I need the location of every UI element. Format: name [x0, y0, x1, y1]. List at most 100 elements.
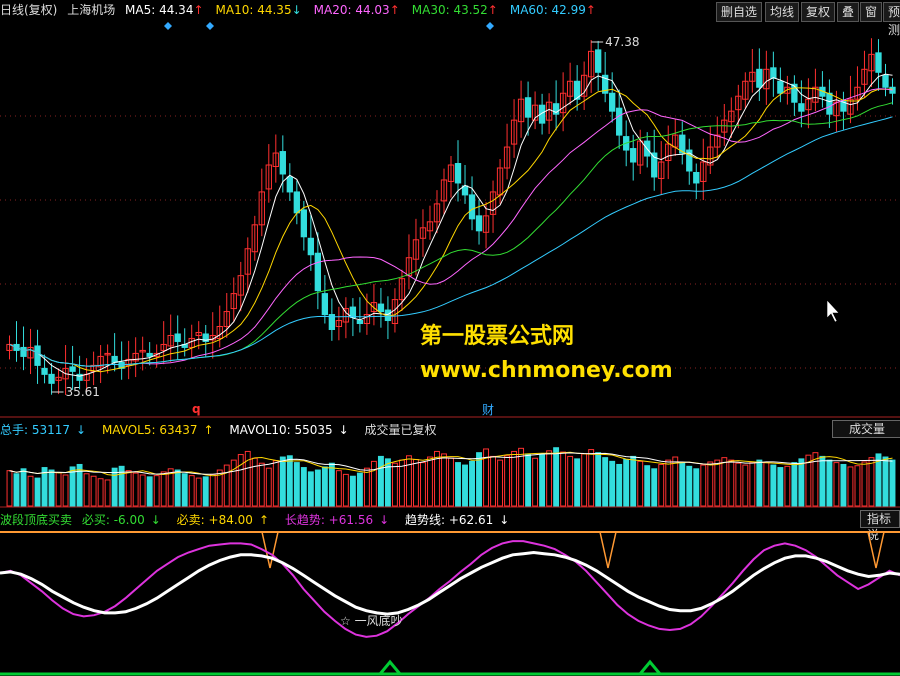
indicator-pane: [0, 528, 900, 676]
buy-arrow: ↓: [150, 513, 161, 527]
candle-body: [279, 151, 286, 175]
volume-bar: [721, 457, 728, 507]
candle-body: [377, 303, 385, 313]
volume-bar: [363, 467, 370, 507]
volume-bar: [798, 458, 805, 507]
volume-total-arrow: ↓: [76, 423, 87, 437]
volume-bar: [630, 455, 637, 507]
volume-bar: [735, 462, 742, 507]
volume-bar: [314, 469, 321, 507]
marker-q: q: [192, 402, 201, 416]
volume-bar: [420, 462, 426, 507]
sell-signal-spike: [867, 531, 885, 569]
volume-bar: [104, 479, 111, 507]
volume-bar: [139, 474, 146, 507]
volume-bar: [777, 467, 784, 507]
volume-bar: [174, 469, 181, 507]
toolbar-button[interactable]: 叠: [837, 2, 860, 22]
candle-body: [111, 355, 118, 363]
volume-bar: [377, 455, 384, 507]
volume-bar: [637, 460, 644, 507]
volume-button[interactable]: 成交量: [832, 420, 900, 438]
volume-bar: [188, 475, 195, 507]
long-trend-value: 长趋势: +61.56 ↓: [285, 513, 395, 527]
volume-bar: [560, 451, 567, 507]
toolbar-button[interactable]: 均线: [765, 2, 800, 22]
volume-bar: [349, 475, 356, 507]
toolbar-button[interactable]: 窗: [860, 2, 883, 22]
volume-bar: [546, 450, 553, 507]
volume-bar: [819, 455, 826, 507]
volume-bar: [356, 472, 363, 507]
volume-bar: [511, 450, 518, 507]
volume-bar: [784, 465, 791, 507]
toolbar-button[interactable]: 删自选: [716, 2, 763, 22]
candle-body: [356, 320, 364, 325]
volume-bar: [258, 462, 265, 507]
volume-bar: [111, 467, 118, 507]
volume-bar: [132, 472, 139, 507]
ma-legend-arrow: ↑: [585, 3, 596, 17]
volume-bar: [48, 469, 55, 507]
mavol5: MAVOL5: 63437 ↑: [102, 423, 220, 437]
volume-bar: [83, 473, 90, 507]
volume-bar: [742, 464, 749, 507]
volume-bar: [167, 468, 174, 507]
volume-bar: [265, 467, 272, 507]
candle-body: [349, 306, 357, 319]
volume-bar: [384, 458, 391, 507]
volume-total: 总手: 53117 ↓: [0, 423, 92, 437]
volume-bar: [672, 456, 679, 507]
volume-bar: [413, 459, 419, 507]
volume-bar: [476, 452, 482, 507]
volume-bar: [623, 459, 630, 507]
volume-bar: [427, 456, 433, 507]
toolbar-button[interactable]: 复权: [801, 2, 836, 22]
volume-bar: [833, 462, 840, 507]
candle-body: [798, 103, 805, 112]
volume-bar: [588, 449, 595, 507]
volume-bar: [195, 477, 202, 507]
volume-bar: [609, 460, 616, 507]
indicator-chart: [0, 531, 900, 676]
indicator-help-button[interactable]: 指标说: [860, 510, 900, 542]
mavol5-arrow: ↑: [203, 423, 214, 437]
volume-bar: [889, 459, 896, 507]
volume-bar: [525, 453, 532, 507]
candle-body: [475, 215, 483, 232]
volume-bar: [651, 468, 658, 507]
long-trend-arrow: ↓: [379, 513, 390, 527]
volume-bar: [125, 470, 132, 507]
volume-bar: [391, 462, 398, 507]
volume-bar: [728, 459, 735, 507]
volume-bar: [76, 463, 83, 507]
watermark-title: 第一股票公式网: [420, 324, 575, 349]
volume-bar: [237, 454, 244, 507]
volume-bar: [230, 459, 237, 507]
volume-bar: [455, 462, 461, 507]
volume-bar: [441, 453, 447, 507]
volume-bar: [300, 467, 307, 507]
volume-bar: [434, 450, 440, 507]
volume-bar: [574, 458, 581, 507]
candle-body: [791, 83, 798, 103]
volume-bar: [34, 477, 41, 507]
buy-signal-spike: [638, 659, 662, 675]
volume-bar: [90, 475, 97, 507]
buy-text: 必买: -6.00: [81, 513, 145, 527]
sell-text: 必卖: +84.00: [176, 513, 253, 527]
trend-arrow: ↓: [499, 513, 510, 527]
volume-bar: [279, 456, 286, 507]
ma-legend-item: MA60: 42.99↑: [509, 3, 596, 17]
volume-bar: [791, 462, 798, 507]
volume-bar: [20, 468, 27, 507]
long-trend-line: [0, 540, 900, 638]
volume-bar: [847, 466, 854, 507]
volume-bar: [398, 459, 405, 507]
toolbar-button[interactable]: 预测: [883, 2, 900, 37]
volume-bar: [581, 453, 588, 507]
volume-bar: [749, 462, 756, 507]
volume-bar: [97, 478, 104, 507]
trend-value: 趋势线: +62.61 ↓: [405, 513, 515, 527]
volume-pane: [0, 440, 900, 508]
